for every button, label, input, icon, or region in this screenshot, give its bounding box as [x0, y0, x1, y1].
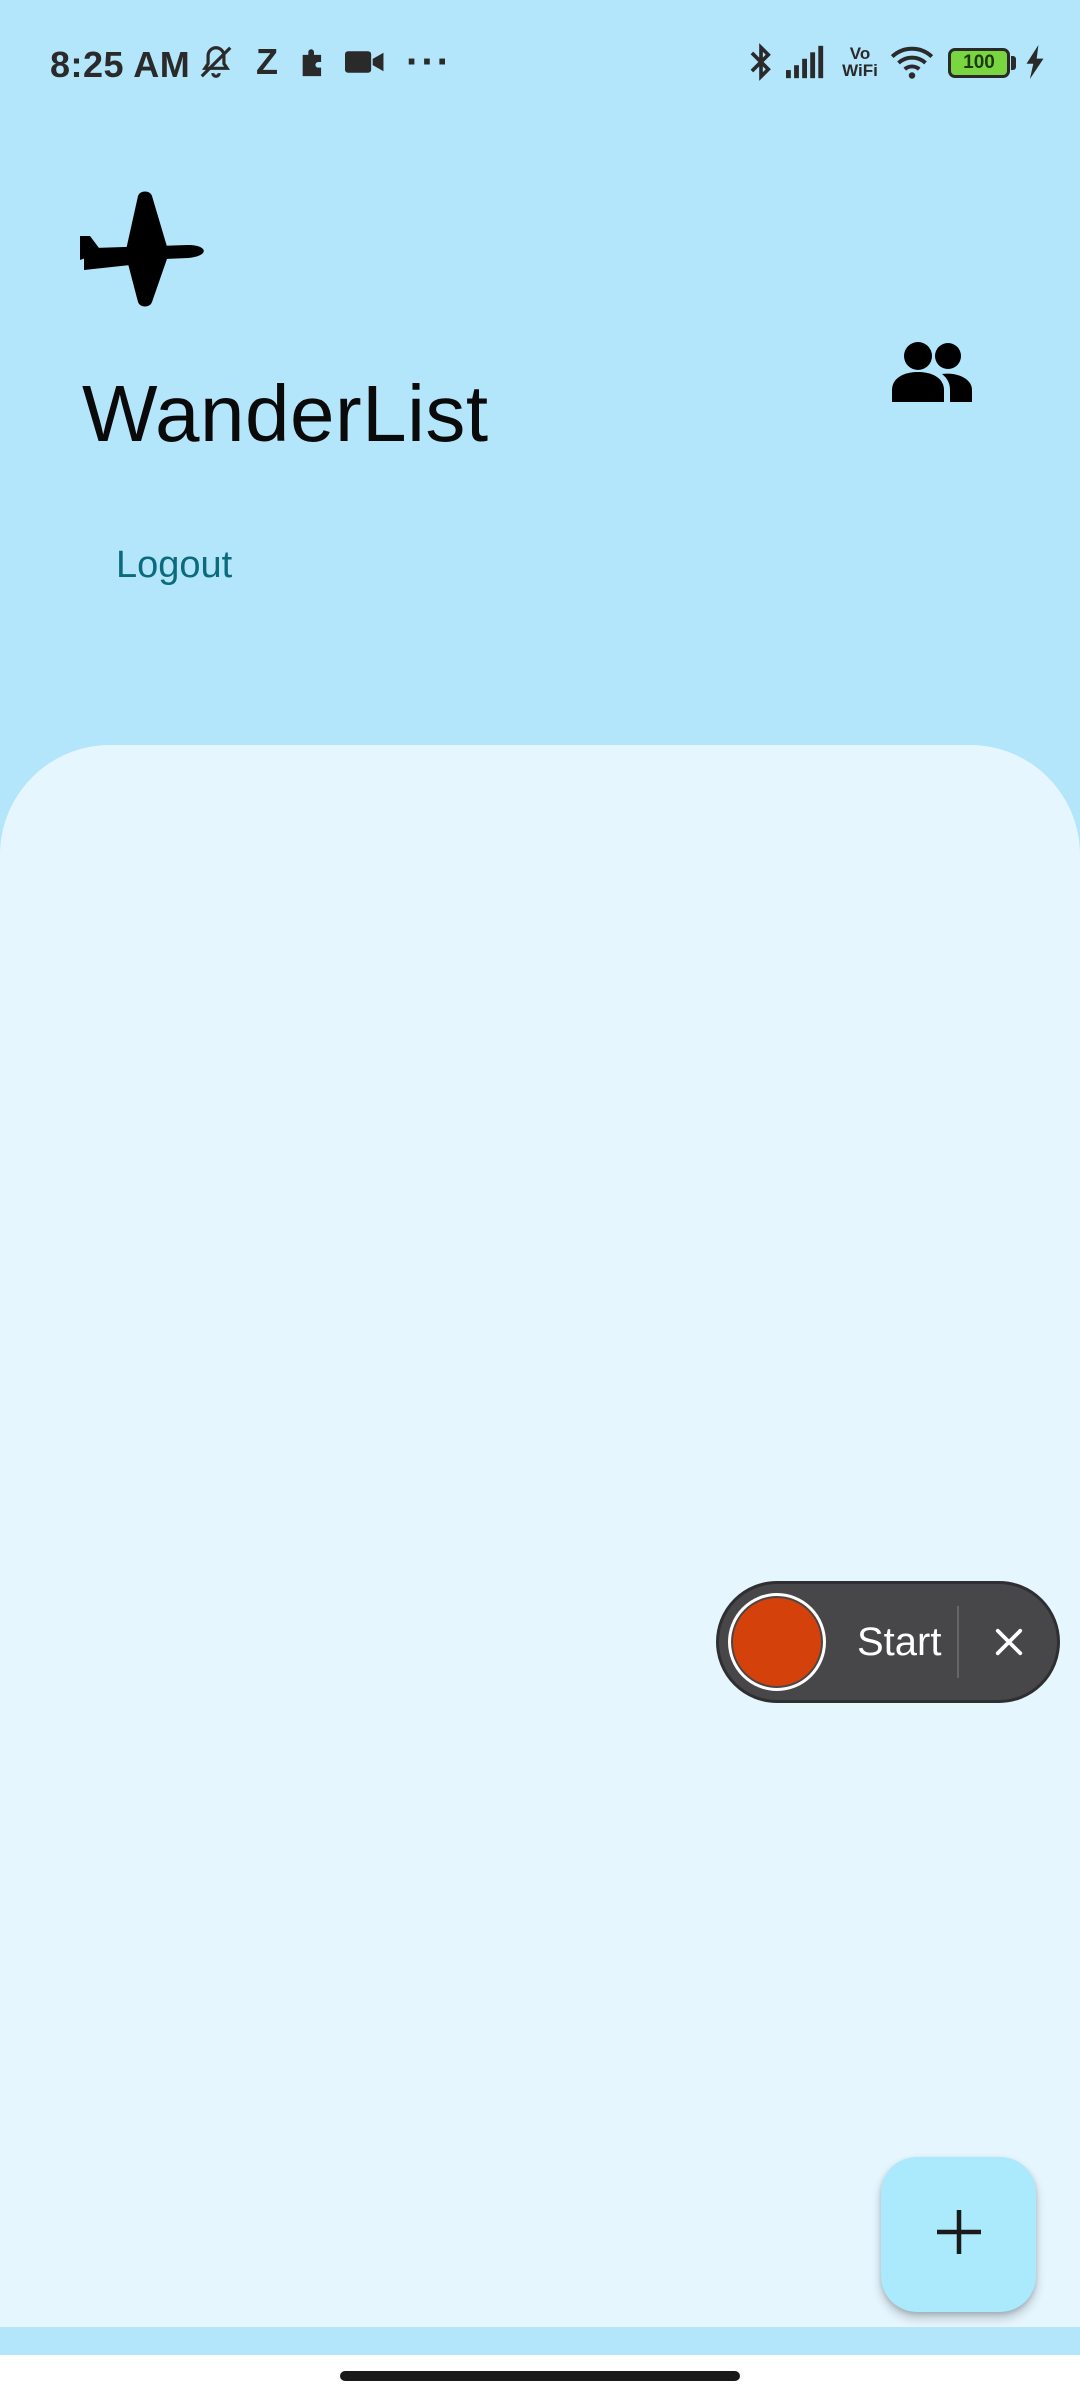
more-dots-icon: ··· [406, 39, 452, 84]
airplane-icon [80, 190, 210, 310]
logout-button[interactable]: Logout [116, 544, 232, 587]
people-icon[interactable] [892, 340, 972, 402]
vo-label: Vo [849, 44, 871, 63]
recorder-divider [957, 1606, 959, 1678]
signal-icon [784, 40, 830, 84]
vowifi-icon: Vo WiFi [838, 40, 882, 84]
content-sheet [0, 745, 1080, 2327]
add-fab-button[interactable] [881, 2157, 1036, 2312]
battery-icon: 100 [948, 48, 1010, 78]
charging-icon [1020, 40, 1050, 84]
video-camera-icon [344, 40, 386, 84]
mute-bell-icon [194, 40, 238, 84]
home-indicator[interactable] [340, 2371, 740, 2381]
start-recording-button[interactable]: Start [857, 1620, 941, 1665]
wifi-label: WiFi [842, 61, 878, 80]
status-bar: 8:25 AM Z ··· Vo WiFi 100 [0, 0, 1080, 130]
wifi-icon [888, 40, 936, 84]
battery-tip [1011, 56, 1016, 70]
battery-level: 100 [963, 52, 995, 73]
app-title: WanderList [82, 369, 489, 458]
puzzle-icon [294, 40, 334, 84]
close-icon[interactable] [981, 1614, 1037, 1670]
status-time: 8:25 AM [50, 44, 191, 85]
z-app-icon: Z [256, 41, 278, 82]
bottom-strip [0, 2327, 1080, 2355]
record-button[interactable] [728, 1593, 826, 1691]
bluetooth-icon [744, 40, 778, 84]
plus-icon [936, 2209, 981, 2259]
app-screen: 8:25 AM Z ··· Vo WiFi 100 WanderList Log… [0, 0, 1080, 2400]
screen-recorder-pill: Start [716, 1581, 1060, 1703]
